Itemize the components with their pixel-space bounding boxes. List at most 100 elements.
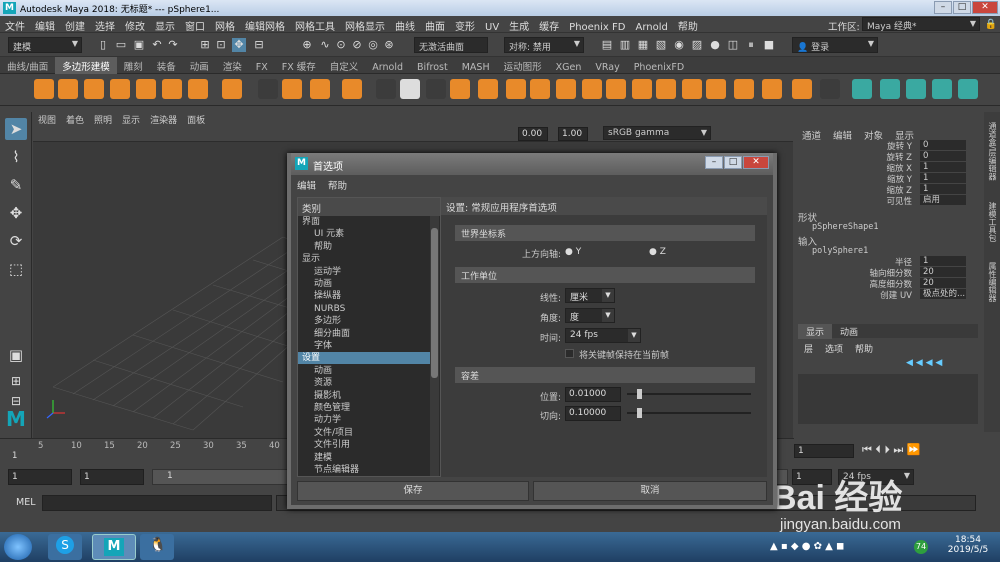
shelf-tool-icon[interactable] xyxy=(820,79,840,99)
shelf-tool-icon[interactable] xyxy=(734,79,754,99)
open-scene-icon[interactable]: ▭ xyxy=(114,38,128,52)
viewport-menu-item[interactable]: 照明 xyxy=(89,112,117,127)
shelf-tab[interactable]: 多边形建模 xyxy=(55,57,117,75)
shelf-tool-icon[interactable] xyxy=(188,79,208,99)
shelf-tab[interactable]: 渲染 xyxy=(216,57,249,75)
category-item[interactable]: UI 元素 xyxy=(314,228,430,240)
category-item[interactable]: 动画 xyxy=(314,365,430,377)
category-item[interactable]: 操纵器 xyxy=(314,290,430,302)
move-tool-icon[interactable]: ✥ xyxy=(5,202,27,224)
start-button[interactable] xyxy=(4,534,32,560)
shelf-tool-icon[interactable] xyxy=(906,79,926,99)
undo-icon[interactable]: ↶ xyxy=(150,38,164,52)
category-item[interactable]: 多边形 xyxy=(314,315,430,327)
up-axis-y-radio[interactable]: ● Y xyxy=(565,247,581,257)
select-object-icon[interactable]: ⊡ xyxy=(214,38,228,52)
position-slider[interactable] xyxy=(627,389,751,399)
side-tab-modeling[interactable]: 建模工具包 xyxy=(986,202,998,242)
dialog-menu-item[interactable]: 编辑 xyxy=(291,175,322,195)
input-row[interactable]: 创建 UV 极点处的... xyxy=(794,289,974,301)
shelf-tool-icon[interactable] xyxy=(958,79,978,99)
lock-icon[interactable]: 🔒 xyxy=(984,18,998,32)
shelf-tool-icon[interactable] xyxy=(450,79,470,99)
shelf-tool-icon[interactable] xyxy=(506,79,526,99)
dialog-maximize-button[interactable]: □ xyxy=(724,156,742,169)
taskbar-clock[interactable]: 18:54 2019/5/5 xyxy=(940,535,996,559)
taskbar-app-qq[interactable]: 🐧 xyxy=(140,534,174,560)
snap-live-icon[interactable]: ⊛ xyxy=(382,38,396,52)
shelf-tool-icon[interactable] xyxy=(84,79,104,99)
category-item[interactable]: 动力学 xyxy=(314,414,430,426)
tray-icons[interactable]: ▲ ▪ ◆ ● ✿ ▲ ◼ xyxy=(770,541,844,552)
category-item[interactable]: 设置 xyxy=(298,352,430,365)
shelf-tool-icon[interactable] xyxy=(606,79,626,99)
category-item[interactable]: 界面 xyxy=(302,216,430,228)
category-item[interactable]: 字体 xyxy=(314,340,430,352)
select-component-icon[interactable]: ✥ xyxy=(232,38,246,52)
lock-icon[interactable]: ⊟ xyxy=(252,38,266,52)
tolerance-frame-header[interactable]: 容差 xyxy=(455,367,755,383)
shelf-tool-icon[interactable] xyxy=(582,79,602,99)
shelf-tab[interactable]: 雕刻 xyxy=(117,57,150,75)
input-attr-value[interactable]: 1 xyxy=(920,256,966,266)
shelf-tool-icon[interactable] xyxy=(110,79,130,99)
channel-value[interactable]: 1 xyxy=(920,173,966,183)
shelf-tool-icon[interactable] xyxy=(342,79,362,99)
pause-icon[interactable]: ⏸ xyxy=(744,38,758,52)
tangent-slider-knob[interactable] xyxy=(637,408,642,418)
category-item[interactable]: 显示 xyxy=(302,253,430,265)
shelf-tool-icon[interactable] xyxy=(880,79,900,99)
shelf-tool-icon[interactable] xyxy=(932,79,952,99)
paint-select-icon[interactable]: ✎ xyxy=(5,174,27,196)
dialog-menu-item[interactable]: 帮助 xyxy=(322,175,353,195)
shelf-tab[interactable]: XGen xyxy=(549,60,589,75)
shelf-tool-icon[interactable] xyxy=(222,79,242,99)
position-slider-knob[interactable] xyxy=(637,389,642,399)
vray-render-icon[interactable]: ● xyxy=(708,38,722,52)
snap-curve-icon[interactable]: ∿ xyxy=(318,38,332,52)
position-field[interactable]: 0.01000 xyxy=(565,387,621,402)
save-button[interactable]: 保存 xyxy=(297,481,529,501)
side-tab-channel[interactable]: 通道盒/层编辑器 xyxy=(986,122,998,181)
layer-menu-item[interactable]: 帮助 xyxy=(849,342,879,355)
linear-dropdown[interactable]: 厘米 ▼ xyxy=(565,288,615,303)
hypershade-icon[interactable]: ◉ xyxy=(672,38,686,52)
channel-value[interactable]: 0 xyxy=(920,151,966,161)
viewport-menu-item[interactable]: 面板 xyxy=(182,112,210,127)
layer-menu-item[interactable]: 选项 xyxy=(819,342,849,355)
category-item[interactable]: 文件/项目 xyxy=(314,427,430,439)
start-time-field[interactable]: 1 xyxy=(8,469,72,485)
input-name[interactable]: polySphere1 xyxy=(812,246,868,256)
world-frame-header[interactable]: 世界坐标系 xyxy=(455,225,755,241)
input-attr-value[interactable]: 极点处的... xyxy=(920,289,966,299)
cancel-button[interactable]: 取消 xyxy=(533,481,767,501)
channel-row[interactable]: 缩放 Y1 xyxy=(794,173,974,185)
dialog-title-bar[interactable]: M 首选项 – □ ✕ xyxy=(291,153,773,175)
shelf-tab[interactable]: VRay xyxy=(588,60,626,75)
dialog-close-button[interactable]: ✕ xyxy=(743,156,769,169)
tangent-field[interactable]: 0.10000 xyxy=(565,406,621,421)
shelf-tab[interactable]: FX xyxy=(249,60,275,75)
exposure-field[interactable]: 0.00 xyxy=(518,127,548,141)
symmetry-dropdown[interactable]: 对称: 禁用 ▼ xyxy=(504,37,584,53)
vray-ipr-icon[interactable]: ◫ xyxy=(726,38,740,52)
playback-start-field[interactable]: 1 xyxy=(80,469,144,485)
channel-row[interactable]: 可见性 启用 xyxy=(794,195,974,207)
snap-point-icon[interactable]: ⊙ xyxy=(334,38,348,52)
shelf-tab[interactable]: 装备 xyxy=(150,57,183,75)
save-scene-icon[interactable]: ▣ xyxy=(132,38,146,52)
category-item[interactable]: 资源 xyxy=(314,377,430,389)
units-frame-header[interactable]: 工作单位 xyxy=(455,267,755,283)
shelf-tool-icon[interactable] xyxy=(706,79,726,99)
shelf-tool-icon[interactable] xyxy=(400,79,420,99)
rotate-tool-icon[interactable]: ⟳ xyxy=(5,230,27,252)
layer-list[interactable] xyxy=(798,374,978,424)
snap-grid-icon[interactable]: ⊕ xyxy=(300,38,314,52)
layout-single-icon[interactable]: ▣ xyxy=(5,344,27,366)
shelf-tool-icon[interactable] xyxy=(682,79,702,99)
shelf-tab[interactable]: Arnold xyxy=(365,60,410,75)
live-surface-field[interactable]: 无激活曲面 xyxy=(414,37,488,53)
viewport-menu-item[interactable]: 渲染器 xyxy=(145,112,182,127)
shelf-tool-icon[interactable] xyxy=(792,79,812,99)
shelf-tool-icon[interactable] xyxy=(426,79,446,99)
